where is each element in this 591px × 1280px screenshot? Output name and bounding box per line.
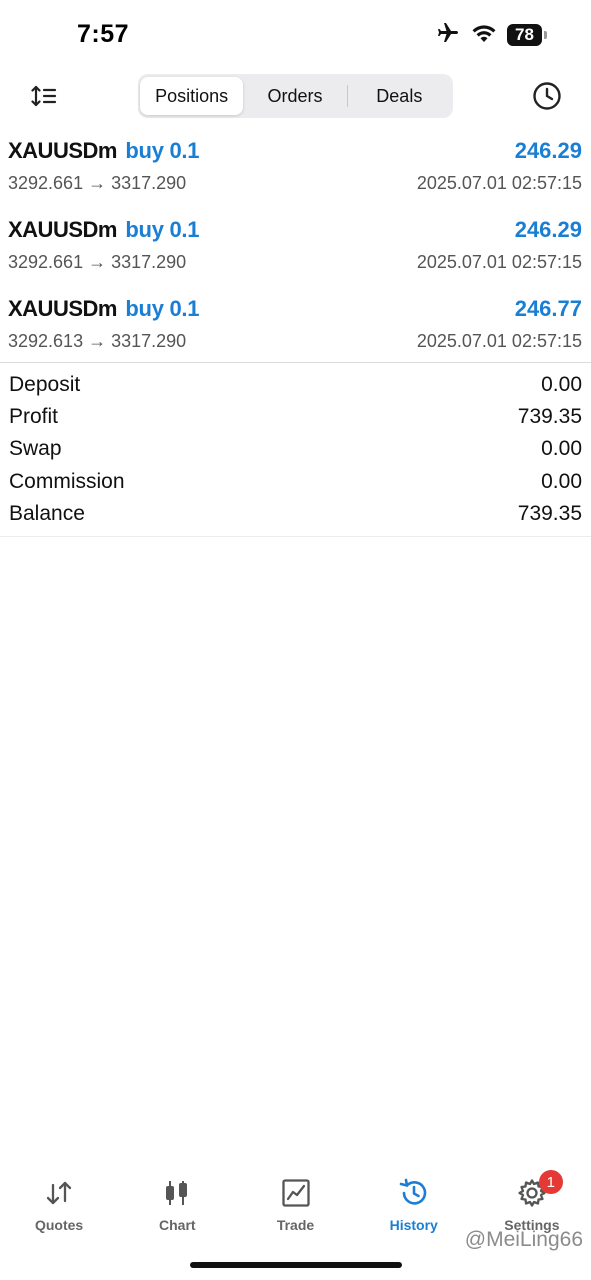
position-row[interactable]: XAUUSDm buy 0.1 246.77 3292.613 → 3317.2… — [0, 286, 591, 365]
battery-level: 78 — [507, 24, 542, 46]
tab-quotes[interactable]: Quotes — [0, 1170, 118, 1240]
summary-label: Balance — [9, 501, 85, 525]
position-time: 2025.07.01 02:57:15 — [416, 331, 582, 351]
position-profit: 246.29 — [514, 138, 582, 163]
trade-icon — [279, 1176, 313, 1210]
summary-label: Profit — [9, 405, 59, 429]
position-symbol: XAUUSDm — [8, 138, 117, 163]
divider — [0, 536, 591, 537]
segmented-control: Positions Orders Deals — [138, 74, 453, 118]
summary-row-profit: Profit 739.35 — [0, 401, 591, 433]
tab-history[interactable]: History — [355, 1170, 473, 1240]
position-row[interactable]: XAUUSDm buy 0.1 246.29 3292.661 → 3317.2… — [0, 207, 591, 286]
position-symbol: XAUUSDm — [8, 296, 117, 321]
quotes-icon — [42, 1176, 76, 1210]
toolbar: Positions Orders Deals — [0, 72, 591, 120]
status-bar: 7:57 78 — [0, 0, 591, 70]
position-time: 2025.07.01 02:57:15 — [416, 173, 582, 193]
notification-badge: 1 — [538, 1170, 563, 1194]
position-prices: 3292.613 → 3317.290 — [8, 331, 187, 351]
summary-value: 739.35 — [517, 501, 582, 525]
tab-chart[interactable]: Chart — [118, 1170, 236, 1240]
position-row[interactable]: XAUUSDm buy 0.1 246.29 3292.661 → 3317.2… — [0, 128, 591, 207]
summary-value: 0.00 — [541, 437, 582, 461]
tab-deals[interactable]: Deals — [348, 77, 451, 115]
position-profit: 246.77 — [514, 296, 582, 321]
position-symbol: XAUUSDm — [8, 217, 117, 242]
airplane-icon — [435, 21, 461, 50]
clock-icon[interactable] — [531, 80, 563, 112]
summary-label: Commission — [9, 469, 125, 493]
summary-label: Deposit — [9, 373, 81, 397]
tab-positions[interactable]: Positions — [140, 77, 244, 115]
summary-row-swap: Swap 0.00 — [0, 433, 591, 465]
summary-value: 739.35 — [517, 405, 582, 429]
sort-icon[interactable] — [28, 80, 60, 112]
battery-icon: 78 — [507, 24, 547, 46]
tab-label: History — [389, 1217, 438, 1233]
position-side: buy 0.1 — [125, 138, 200, 163]
position-prices: 3292.661 → 3317.290 — [8, 173, 187, 193]
chart-icon — [160, 1176, 194, 1210]
history-icon — [397, 1176, 431, 1210]
summary-value: 0.00 — [541, 469, 582, 493]
summary-row-commission: Commission 0.00 — [0, 466, 591, 498]
status-time: 7:57 — [77, 20, 130, 48]
position-time: 2025.07.01 02:57:15 — [416, 252, 582, 272]
position-profit: 246.29 — [514, 217, 582, 242]
tab-label: Quotes — [34, 1217, 84, 1233]
tab-trade[interactable]: Trade — [236, 1170, 354, 1240]
positions-list: XAUUSDm buy 0.1 246.29 3292.661 → 3317.2… — [0, 128, 591, 365]
position-side: buy 0.1 — [125, 217, 200, 242]
summary-row-balance: Balance 739.35 — [0, 498, 591, 530]
divider — [0, 362, 591, 363]
position-side: buy 0.1 — [125, 296, 200, 321]
tab-label: Trade — [276, 1217, 315, 1233]
summary-row-deposit: Deposit 0.00 — [0, 369, 591, 401]
home-indicator[interactable] — [190, 1262, 402, 1268]
position-prices: 3292.661 → 3317.290 — [8, 252, 187, 272]
watermark: @MeiLing66 — [464, 1228, 583, 1251]
wifi-icon — [471, 22, 497, 49]
summary-value: 0.00 — [541, 373, 582, 397]
status-icons: 78 — [435, 20, 547, 50]
summary-label: Swap — [9, 437, 62, 461]
tab-orders[interactable]: Orders — [243, 77, 346, 115]
summary-section: Deposit 0.00 Profit 739.35 Swap 0.00 Com… — [0, 369, 591, 530]
tab-label: Chart — [159, 1217, 196, 1233]
